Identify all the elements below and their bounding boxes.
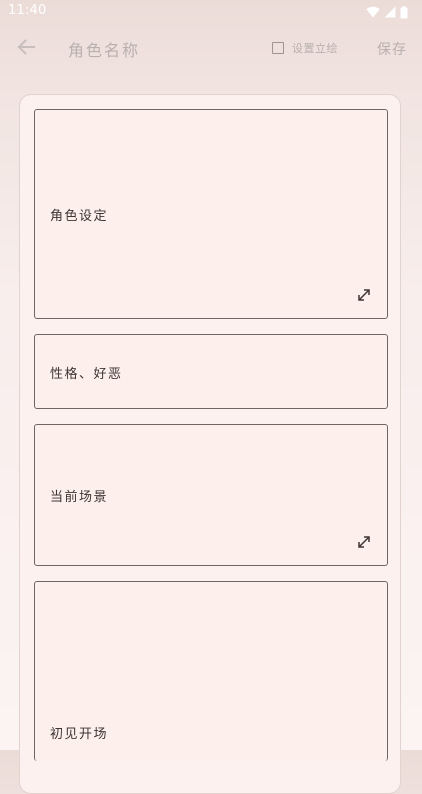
expand-icon[interactable] — [357, 535, 371, 549]
character-setting-field[interactable]: 角色设定 — [34, 109, 388, 319]
status-bar: 11:40 — [0, 0, 422, 24]
character-setting-label: 角色设定 — [50, 209, 109, 224]
personality-label: 性格、好恶 — [50, 367, 123, 382]
battery-icon — [400, 5, 408, 19]
status-time: 11:40 — [8, 3, 47, 18]
opening-scene-field[interactable]: 初见开场 — [34, 581, 388, 761]
opening-scene-label: 初见开场 — [50, 727, 109, 742]
status-icons — [366, 5, 408, 19]
current-scene-field[interactable]: 当前场景 — [34, 424, 388, 566]
wifi-icon — [366, 6, 380, 18]
app-bar: 角色名称 设置立绘 保存 — [0, 24, 422, 74]
checkbox-icon — [272, 42, 284, 54]
personality-field[interactable]: 性格、好恶 — [34, 334, 388, 409]
expand-icon[interactable] — [357, 288, 371, 302]
save-button[interactable]: 保存 — [377, 39, 407, 59]
set-portrait-label: 设置立绘 — [292, 42, 338, 55]
arrow-left-icon — [17, 39, 35, 59]
set-portrait-checkbox[interactable]: 设置立绘 — [272, 40, 338, 56]
back-button[interactable] — [14, 37, 38, 61]
current-scene-label: 当前场景 — [50, 490, 109, 505]
cellular-signal-icon — [384, 6, 396, 18]
page-title: 角色名称 — [68, 41, 141, 60]
